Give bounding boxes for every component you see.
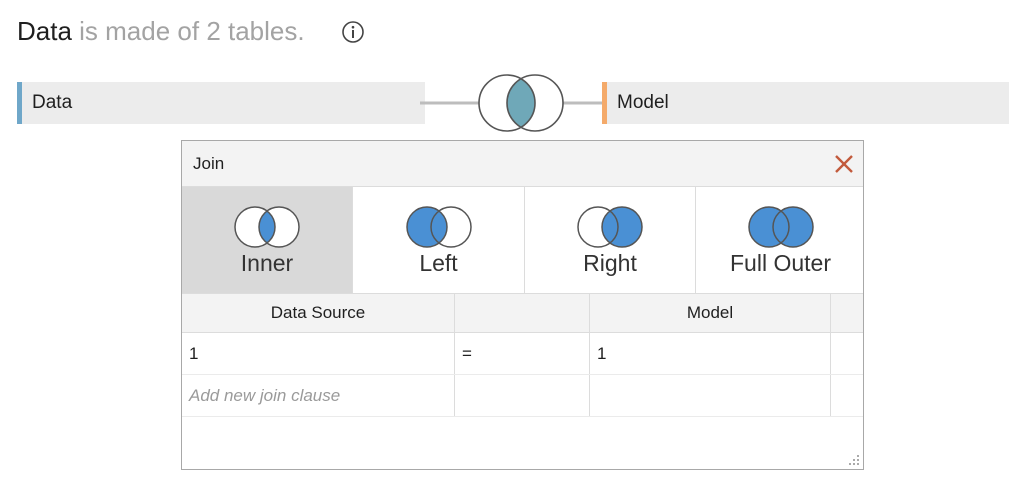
inner-join-venn-icon <box>234 206 300 248</box>
join-type-selector: Inner Left Right Full Outer <box>182 187 863 294</box>
join-clause-row[interactable]: 1 = 1 <box>182 333 863 375</box>
resize-grip-icon[interactable] <box>848 454 860 466</box>
left-field-cell[interactable]: 1 <box>182 333 455 374</box>
operator-cell[interactable]: = <box>455 333 590 374</box>
add-row-spacer <box>831 375 863 416</box>
table-count-text: is made of 2 tables. <box>71 16 305 46</box>
info-circle-icon[interactable] <box>341 20 365 44</box>
add-operator-cell <box>455 375 590 416</box>
data-source-column-header: Data Source <box>182 294 455 332</box>
right-join-venn-icon <box>577 206 643 248</box>
join-dialog: Join Inner Left Right Full Outer Data So… <box>181 140 864 470</box>
row-spacer <box>831 333 863 374</box>
left-table-name: Data <box>32 92 73 113</box>
join-link-icon[interactable] <box>420 72 602 134</box>
right-table-name: Model <box>617 92 669 113</box>
data-source-heading: Data is made of 2 tables. <box>17 14 305 48</box>
left-table-bar[interactable]: Data <box>17 82 425 124</box>
left-join-venn-icon <box>405 206 472 248</box>
operator-column-header <box>455 294 590 332</box>
join-type-left-label: Left <box>419 250 458 276</box>
join-type-full-outer[interactable]: Full Outer <box>696 187 865 293</box>
right-table-bar[interactable]: Model <box>602 82 1009 124</box>
model-column-header: Model <box>590 294 831 332</box>
add-right-cell <box>590 375 831 416</box>
join-type-right-label: Right <box>583 250 637 276</box>
data-source-name: Data <box>17 16 72 46</box>
full-outer-join-venn-icon <box>747 206 814 248</box>
close-x-icon[interactable] <box>831 151 857 177</box>
join-type-full-outer-label: Full Outer <box>730 250 831 276</box>
clause-grid-empty-area <box>182 417 863 469</box>
join-type-inner[interactable]: Inner <box>182 187 353 293</box>
right-field-cell[interactable]: 1 <box>590 333 831 374</box>
join-type-inner-label: Inner <box>240 250 294 276</box>
join-dialog-header: Join <box>182 141 863 187</box>
join-type-left[interactable]: Left <box>353 187 525 293</box>
add-join-clause-placeholder[interactable]: Add new join clause <box>182 375 455 416</box>
join-type-right[interactable]: Right <box>525 187 696 293</box>
join-clause-header: Data Source Model <box>182 294 863 333</box>
header-spacer <box>831 294 863 332</box>
join-dialog-title: Join <box>193 154 225 173</box>
add-join-clause-row[interactable]: Add new join clause <box>182 375 863 417</box>
